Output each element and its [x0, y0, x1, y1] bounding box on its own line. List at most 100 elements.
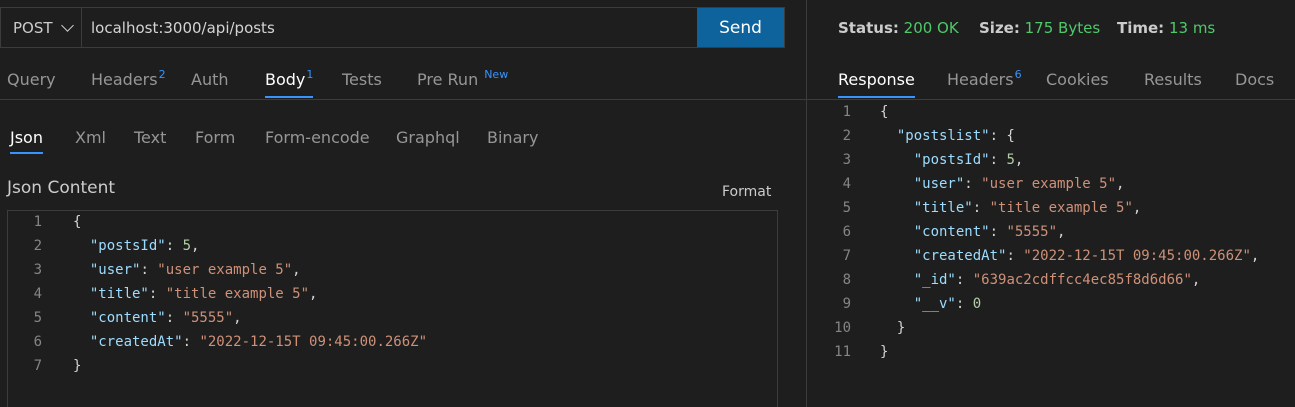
tab-auth[interactable]: Auth	[191, 70, 229, 89]
tab-tests[interactable]: Tests	[342, 70, 382, 89]
line-content: "_id": "639ac2cdffcc4ec85f8d6d66",	[880, 268, 1201, 292]
punctuation: ,	[233, 310, 242, 326]
punctuation: ,	[1191, 272, 1201, 288]
tab-label: Tests	[342, 70, 382, 89]
punctuation: ,	[1057, 224, 1066, 240]
json-value: "title example 5"	[989, 200, 1133, 216]
json-key: "content"	[89, 310, 166, 326]
body-tab-json[interactable]: Json	[10, 128, 43, 154]
tab-label: Auth	[191, 70, 229, 89]
line-content: "__v": 0	[880, 292, 981, 316]
code-line: 4 "user": "user example 5",	[807, 172, 1295, 196]
line-content: }	[73, 354, 81, 378]
line-content: "content": "5555",	[880, 220, 1066, 244]
tab-label: Form	[195, 128, 236, 147]
punctuation: : {	[989, 128, 1015, 144]
body-tab-text[interactable]: Text	[134, 128, 166, 147]
code-line: 7 "createdAt": "2022-12-15T 09:45:00.266…	[807, 244, 1295, 268]
body-tab-graphql[interactable]: Graphql	[396, 128, 460, 147]
json-value: 0	[972, 296, 982, 312]
line-number: 8	[842, 272, 851, 288]
line-number: 11	[834, 344, 851, 360]
tab-label: Headers	[91, 70, 158, 89]
line-content: "postsId": 5,	[880, 148, 1024, 172]
tab-headers[interactable]: Headers2	[91, 68, 166, 89]
tab-response-headers[interactable]: Headers6	[947, 68, 1022, 89]
tab-label: Json	[10, 128, 43, 147]
line-number: 1	[33, 214, 42, 230]
response-body-viewer[interactable]: 1{2 "postslist": {3 "postsId": 5, 4 "user…	[807, 100, 1295, 407]
punctuation: ,	[1116, 176, 1125, 192]
line-content: "content": "5555",	[73, 306, 242, 330]
body-tab-form-encode[interactable]: Form-encode	[265, 128, 370, 147]
json-value: 5	[1006, 152, 1015, 168]
line-number: 5	[842, 200, 851, 216]
line-number: 2	[842, 128, 851, 144]
line-content: "postsId": 5,	[73, 234, 200, 258]
body-tab-form[interactable]: Form	[195, 128, 235, 147]
time-indicator: Time: 13 ms	[1117, 19, 1215, 37]
headers-count-badge: 6	[1014, 68, 1022, 81]
tab-response[interactable]: Response	[838, 70, 915, 98]
line-number: 4	[33, 286, 42, 302]
send-button[interactable]: Send	[697, 8, 784, 47]
line-number: 9	[842, 296, 851, 312]
tab-label: Cookies	[1046, 70, 1109, 89]
body-tab-xml[interactable]: Xml	[75, 128, 106, 147]
body-count-badge: 1	[306, 68, 314, 81]
line-number: 7	[33, 358, 42, 374]
json-value: "2022-12-15T 09:45:00.266Z"	[199, 334, 428, 350]
code-line: 1{	[807, 100, 1295, 124]
tab-label: Xml	[75, 128, 106, 147]
tab-query[interactable]: Query	[7, 70, 56, 89]
line-number: 10	[834, 320, 851, 336]
json-key: "postsId"	[913, 152, 990, 168]
code-line: 6 "createdAt": "2022-12-15T 09:45:00.266…	[8, 330, 777, 354]
line-content: "title": "title example 5",	[73, 282, 318, 306]
tab-pre-run[interactable]: Pre Run New	[417, 68, 509, 89]
json-value: "5555"	[1006, 224, 1058, 240]
brace: }	[73, 358, 82, 374]
tab-label: Headers	[947, 70, 1014, 89]
new-badge: New	[484, 68, 509, 81]
code-line: 2 "postsId": 5,	[8, 234, 777, 258]
line-number: 1	[842, 104, 851, 120]
tab-label: Query	[7, 70, 56, 89]
line-content: "title": "title example 5",	[880, 196, 1142, 220]
punctuation: ,	[292, 262, 301, 278]
code-line: 6 "content": "5555",	[807, 220, 1295, 244]
body-format-tabs: Json Xml Text Form Form-encode Graphql B…	[0, 118, 806, 158]
json-key: "createdAt"	[89, 334, 183, 350]
json-key: "user"	[89, 262, 141, 278]
json-value: "2022-12-15T 09:45:00.266Z"	[1023, 248, 1251, 264]
tab-label: Graphql	[396, 128, 460, 147]
method-select[interactable]: POST	[1, 8, 82, 47]
brace: }	[880, 344, 889, 360]
format-button[interactable]: Format	[722, 184, 771, 200]
url-input[interactable]: localhost:3000/api/posts	[82, 8, 697, 47]
tab-body[interactable]: Body1	[265, 68, 314, 98]
request-body-editor[interactable]: 1{2 "postsId": 5, 3 "user": "user example…	[7, 210, 778, 407]
tab-results[interactable]: Results	[1144, 70, 1202, 89]
punctuation: ,	[191, 238, 200, 254]
tab-label: Text	[134, 128, 167, 147]
body-tab-binary[interactable]: Binary	[487, 128, 538, 147]
code-line: 3 "postsId": 5,	[807, 148, 1295, 172]
time-value: 13 ms	[1168, 19, 1216, 37]
tab-cookies[interactable]: Cookies	[1046, 70, 1109, 89]
method-label: POST	[13, 18, 53, 37]
headers-count-badge: 2	[158, 68, 166, 81]
code-line: 7}	[8, 354, 777, 378]
code-line: 8 "_id": "639ac2cdffcc4ec85f8d6d66",	[807, 268, 1295, 292]
response-panel: Status: 200 OK Size: 175 Bytes Time: 13 …	[807, 0, 1295, 407]
status-label: Status:	[838, 19, 899, 37]
json-value: "user example 5"	[981, 176, 1117, 192]
code-line: 1{	[8, 210, 777, 234]
tab-docs[interactable]: Docs	[1235, 70, 1274, 89]
